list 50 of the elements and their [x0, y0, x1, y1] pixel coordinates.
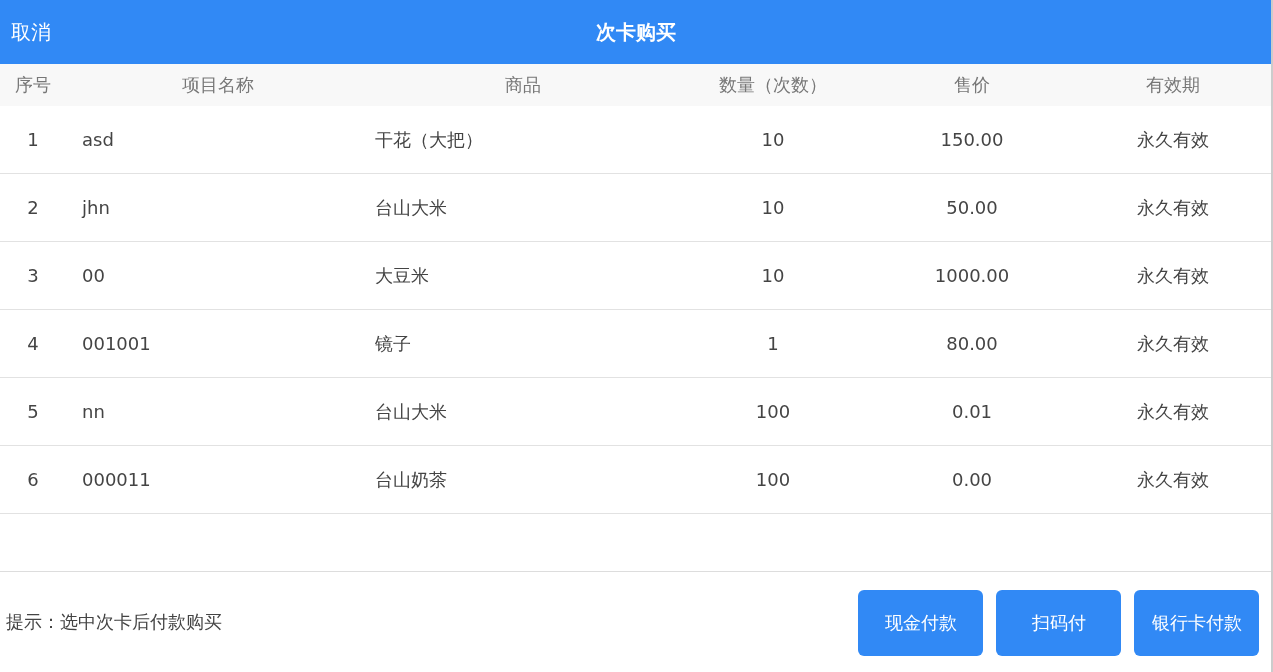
table-cell-text: 干花（大把）	[374, 127, 484, 152]
table-cell-text: 100	[754, 401, 792, 422]
table-cell-text: asd	[81, 129, 115, 150]
column-header: 商品	[504, 73, 542, 97]
table-row[interactable]: 1 asd 干花（大把） 10 150.00 永久有效	[0, 106, 1271, 174]
table-cell-text: 10	[760, 129, 786, 150]
table-cell-text: 台山奶茶	[374, 467, 448, 492]
table-cell-text: 3	[26, 265, 40, 286]
table-cell-text: 永久有效	[1135, 331, 1210, 356]
table-cell-text: 150.00	[939, 129, 1005, 150]
table-cell-text: 80.00	[945, 333, 999, 354]
table-cell-text: 4	[26, 333, 40, 354]
table-cell-text: 001001	[81, 333, 152, 354]
table-cell-text: 6	[26, 469, 40, 490]
table-cell-text: 2	[26, 197, 40, 218]
table-cell-text: jhn	[80, 197, 111, 218]
table-cell-text: 5	[26, 401, 40, 422]
table-cell-text: 100	[754, 469, 792, 490]
table-cell-text: 10	[760, 265, 786, 286]
column-header: 数量（次数）	[718, 73, 828, 97]
table-cell-text: 永久有效	[1135, 127, 1210, 152]
table-cell-text: 永久有效	[1135, 195, 1210, 220]
table-row[interactable]: 2 jhn 台山大米 10 50.00 永久有效	[0, 174, 1271, 242]
table-cell-text: 台山大米	[374, 399, 448, 424]
table-cell-text: 大豆米	[374, 263, 430, 288]
page-title: 次卡购买	[595, 18, 676, 46]
table-row[interactable]: 6 000011 台山奶茶 100 0.00 永久有效	[0, 446, 1271, 514]
hint-text: 提示：选中次卡后付款购买	[6, 610, 222, 634]
column-header: 有效期	[1144, 73, 1201, 97]
column-header: 售价	[953, 73, 991, 97]
table-cell-text: 镜子	[374, 331, 412, 356]
table-cell-text: 1000.00	[933, 265, 1011, 286]
column-header: 项目名称	[181, 73, 255, 97]
table-cell-text: 0.00	[950, 469, 994, 490]
table-cell-text: 00	[81, 265, 106, 286]
column-header: 序号	[14, 73, 52, 97]
table-cell-text: 永久有效	[1135, 399, 1210, 424]
table-cell-text: 0.01	[950, 401, 994, 422]
table-cell-text: 永久有效	[1135, 263, 1210, 288]
table-cell-text: 000011	[81, 469, 152, 490]
table-cell-text: 1	[26, 129, 40, 150]
table-row[interactable]: 5 nn 台山大米 100 0.01 永久有效	[0, 378, 1271, 446]
table-cell-text: 10	[760, 197, 786, 218]
table-row[interactable]: 4 001001 镜子 1 80.00 永久有效	[0, 310, 1271, 378]
table-cell-text: nn	[81, 401, 106, 422]
table-cell-text: 50.00	[945, 197, 999, 218]
table-cell-text: 台山大米	[374, 195, 448, 220]
table-row[interactable]: 3 00 大豆米 10 1000.00 永久有效	[0, 242, 1271, 310]
table-cell-text: 永久有效	[1135, 467, 1210, 492]
table-cell-text: 1	[766, 333, 780, 354]
